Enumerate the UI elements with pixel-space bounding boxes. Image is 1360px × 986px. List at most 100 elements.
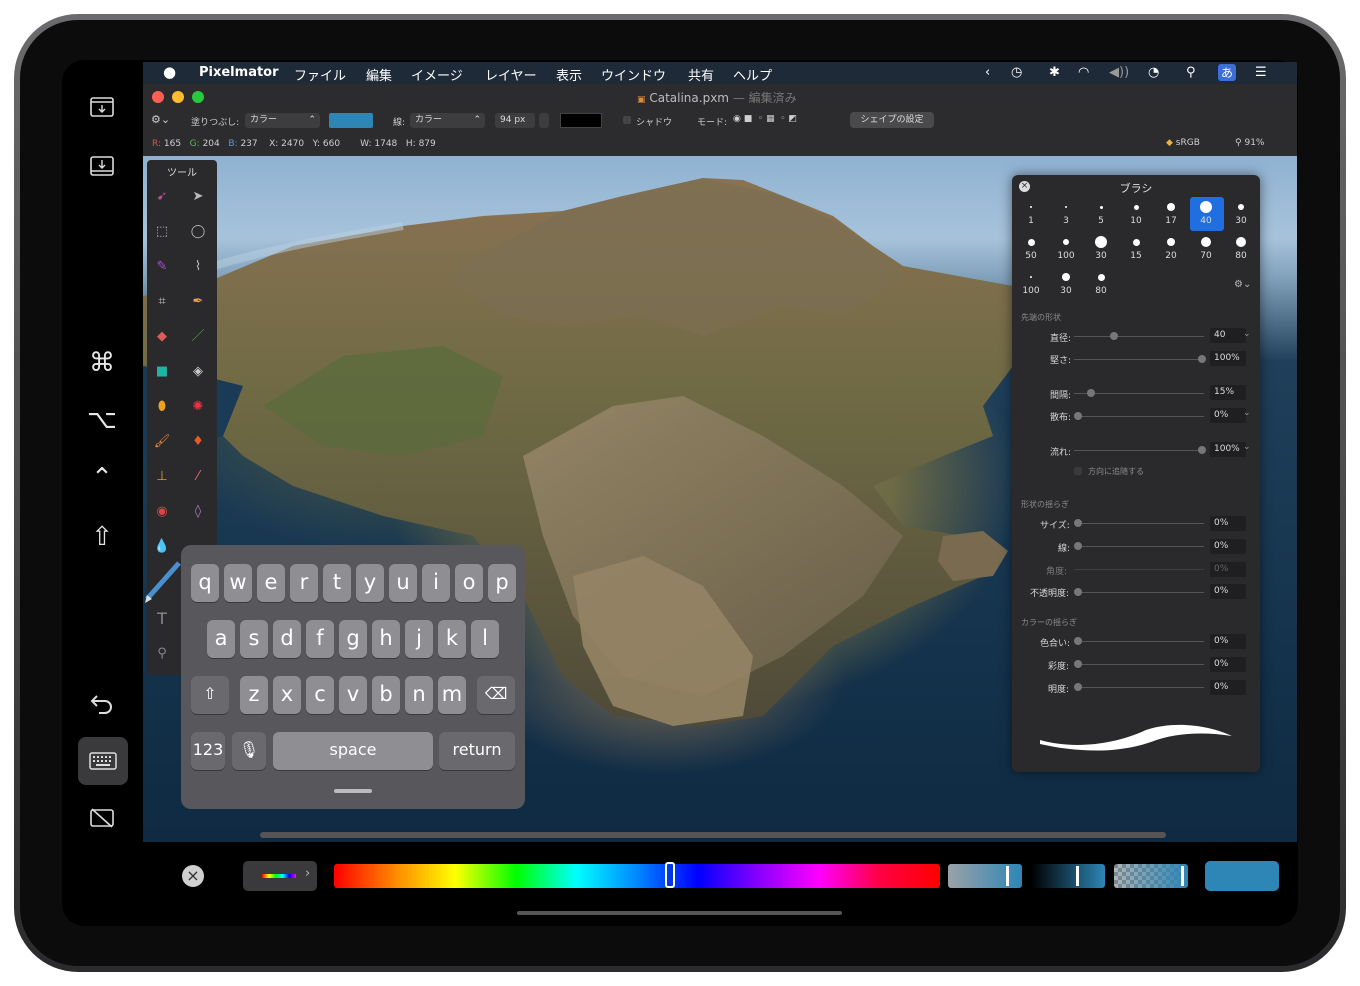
key-f[interactable]: f <box>306 620 334 658</box>
arrange-tool-icon[interactable]: ➹ <box>153 188 171 206</box>
pointer-tool-icon[interactable]: ➤ <box>189 188 207 206</box>
red-eye-tool-icon[interactable]: ◉ <box>153 503 171 521</box>
brush-preset-40[interactable] <box>1200 201 1212 213</box>
stroke-type-select[interactable]: カラー ⌃ <box>410 113 485 128</box>
key-g[interactable]: g <box>339 620 367 658</box>
key-y[interactable]: y <box>356 564 384 602</box>
flow-slider[interactable] <box>1074 450 1204 451</box>
saturation-slider[interactable] <box>948 864 1022 888</box>
close-window-button[interactable] <box>152 91 164 103</box>
minimize-window-button[interactable] <box>172 91 184 103</box>
shift-key[interactable]: ⇧ <box>191 676 229 714</box>
key-x[interactable]: x <box>273 676 301 714</box>
key-h[interactable]: h <box>372 620 400 658</box>
spacing-knob[interactable] <box>1087 389 1095 397</box>
flow-knob[interactable] <box>1198 446 1206 454</box>
brush-preset-3[interactable] <box>1065 206 1067 208</box>
numbers-key[interactable]: 123 <box>191 732 225 770</box>
wifi-icon[interactable]: ◠ <box>1078 65 1089 80</box>
key-i[interactable]: i <box>422 564 450 602</box>
size-jitter-field[interactable]: 0% <box>1210 516 1246 531</box>
key-u[interactable]: u <box>389 564 417 602</box>
stroke-width-stepper[interactable] <box>539 113 549 128</box>
brush-preset-5[interactable] <box>1099 205 1103 209</box>
pencil-tool-icon[interactable]: ／ <box>189 328 207 346</box>
menu-edit[interactable]: 編集 <box>366 65 392 84</box>
brightness-jitter-knob[interactable] <box>1074 683 1082 691</box>
brush-preset-30[interactable] <box>1238 204 1244 210</box>
mode-options[interactable]: ◉ ■ ◦ ▦ ◦ ◩ <box>733 114 797 124</box>
color-mode-button[interactable]: › <box>243 861 317 891</box>
brush-preset-80[interactable] <box>1097 273 1105 281</box>
return-key[interactable]: return <box>439 732 515 770</box>
stamp-tool-icon[interactable]: ⊥ <box>153 468 171 486</box>
opacity-jitter-knob[interactable] <box>1074 588 1082 596</box>
key-z[interactable]: z <box>240 676 268 714</box>
fill-type-select[interactable]: カラー ⌃ <box>245 113 320 128</box>
key-q[interactable]: q <box>191 564 219 602</box>
spacing-field[interactable]: 15% <box>1210 385 1246 400</box>
volume-icon[interactable]: ◀)) <box>1109 65 1129 80</box>
scatter-knob[interactable] <box>1074 412 1082 420</box>
brightness-jitter-field[interactable]: 0% <box>1210 680 1246 695</box>
brush-preset-10[interactable] <box>1133 204 1139 210</box>
brush-preset-17[interactable] <box>1167 203 1175 211</box>
key-p[interactable]: p <box>488 564 516 602</box>
crop-tool-icon[interactable]: ⌗ <box>153 293 171 311</box>
rect-select-tool-icon[interactable]: ⬚ <box>153 223 171 241</box>
brightness-slider[interactable] <box>1031 864 1105 888</box>
key-w[interactable]: w <box>224 564 252 602</box>
hue-spectrum-slider[interactable] <box>334 862 940 888</box>
angle-jitter-slider[interactable] <box>1074 569 1204 570</box>
key-m[interactable]: m <box>438 676 466 714</box>
key-j[interactable]: j <box>405 620 433 658</box>
menu-help[interactable]: ヘルプ <box>733 65 772 84</box>
smudge-tool-icon[interactable]: ⁄ <box>189 468 207 486</box>
key-a[interactable]: a <box>207 620 235 658</box>
scatter-field[interactable]: 0% <box>1210 408 1246 423</box>
ellipse-select-tool-icon[interactable]: ◯ <box>189 223 207 241</box>
shadow-checkbox[interactable] <box>623 116 631 124</box>
brush-preset-20[interactable] <box>1167 238 1175 246</box>
keyboard-drag-handle[interactable] <box>334 789 372 793</box>
stroke-color-well[interactable] <box>560 113 602 128</box>
color-picker-tool-icon[interactable]: ✺ <box>189 398 207 416</box>
hardness-field[interactable]: 100% <box>1210 351 1246 366</box>
follow-direction-checkbox[interactable] <box>1074 467 1082 475</box>
control-key-icon[interactable]: ⌃ <box>82 463 122 493</box>
menu-image[interactable]: イメージ <box>411 65 463 84</box>
brush-preset-80[interactable] <box>1236 237 1246 247</box>
shape-tool-icon[interactable]: ■ <box>153 363 171 381</box>
opacity-jitter-field[interactable]: 0% <box>1210 584 1246 599</box>
brush-preset-15[interactable] <box>1132 238 1140 246</box>
key-r[interactable]: r <box>290 564 318 602</box>
key-n[interactable]: n <box>405 676 433 714</box>
key-c[interactable]: c <box>306 676 334 714</box>
thin-jitter-slider[interactable] <box>1074 546 1204 547</box>
diameter-dropdown-icon[interactable]: ⌄ <box>1243 329 1251 339</box>
key-d[interactable]: d <box>273 620 301 658</box>
gear-icon[interactable]: ⚙︎⌄ <box>151 113 170 126</box>
fill-color-well[interactable] <box>329 113 373 128</box>
menu-share[interactable]: 共有 <box>688 65 714 84</box>
stroke-width-field[interactable]: 94 px <box>495 113 535 128</box>
saturation-jitter-field[interactable]: 0% <box>1210 657 1246 672</box>
opacity-jitter-slider[interactable] <box>1074 592 1204 593</box>
key-b[interactable]: b <box>372 676 400 714</box>
search-icon[interactable]: ⚲ <box>1186 65 1196 80</box>
canvas-horizontal-scrollbar[interactable] <box>260 832 1166 838</box>
space-key[interactable]: space <box>273 732 433 770</box>
eraser-tool-icon[interactable]: ◆ <box>153 328 171 346</box>
brush-preset-30[interactable] <box>1095 236 1107 248</box>
option-key-icon[interactable]: ⌥ <box>82 405 122 435</box>
microphone-key-icon[interactable]: 🎙 <box>232 732 266 770</box>
diameter-slider[interactable] <box>1074 336 1204 337</box>
undo-icon[interactable] <box>82 690 122 720</box>
thin-jitter-knob[interactable] <box>1074 542 1082 550</box>
diameter-field[interactable]: 40 <box>1210 328 1246 343</box>
hue-jitter-field[interactable]: 0% <box>1210 634 1246 649</box>
chevron-left-icon[interactable]: ‹ <box>985 65 990 80</box>
show-menubar-icon[interactable] <box>82 96 122 124</box>
zoom-tool-icon[interactable]: ⚲ <box>153 645 171 663</box>
flow-dropdown-icon[interactable]: ⌄ <box>1243 442 1251 452</box>
